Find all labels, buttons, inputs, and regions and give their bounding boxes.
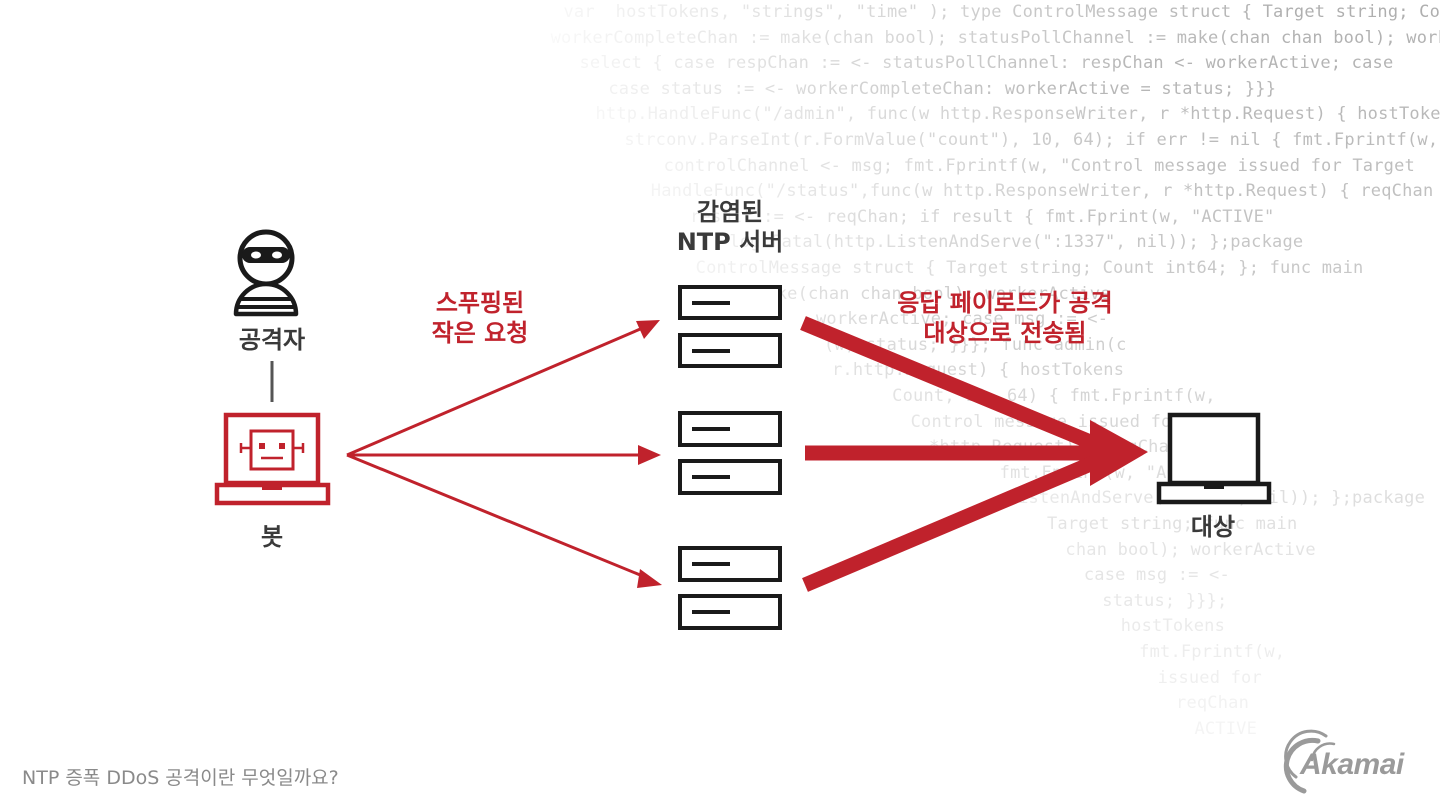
bot-label: 봇 — [260, 523, 284, 551]
response-payload-label-line2: 대상으로 전송됨 — [923, 319, 1087, 347]
spoofed-request-arrows — [346, 320, 662, 588]
response-arrowhead — [1090, 420, 1148, 486]
footer-title: NTP 증폭 DDoS 공격이란 무엇일까요? — [22, 767, 339, 789]
akamai-logo-text: Akamai — [1300, 748, 1404, 781]
ntp-servers-label-line2: NTP 서버 — [676, 228, 784, 256]
spoofed-requests-label: 스푸핑된 작은 요청 — [390, 288, 570, 348]
response-payload-label-line1: 응답 페이로드가 공격 — [897, 289, 1113, 317]
request-arrow-middle — [347, 445, 661, 465]
ntp-server-middle — [678, 411, 782, 495]
attacker-label: 공격자 — [238, 326, 306, 354]
amplified-response-arrows — [800, 316, 1148, 592]
target-laptop-icon — [1156, 412, 1272, 505]
spoofed-requests-label-line1: 스푸핑된 — [435, 289, 525, 317]
response-payload-label: 응답 페이로드가 공격 대상으로 전송됨 — [845, 288, 1165, 348]
masked-attacker-icon — [233, 229, 299, 317]
ntp-amplification-diagram — [214, 229, 1336, 794]
ntp-servers-label: 감염된 NTP 서버 — [640, 197, 820, 257]
akamai-logo: Akamai — [1270, 730, 1430, 796]
response-arrow-bottom — [802, 453, 1103, 592]
target-label: 대상 — [1190, 513, 1236, 541]
bot-laptop-icon — [214, 412, 331, 506]
ntp-server-top — [678, 285, 782, 368]
ntp-servers-label-line1: 감염된 — [696, 198, 764, 226]
request-arrow-bottom — [346, 453, 662, 588]
spoofed-requests-label-line2: 작은 요청 — [431, 319, 529, 347]
ntp-server-bottom — [678, 546, 782, 630]
